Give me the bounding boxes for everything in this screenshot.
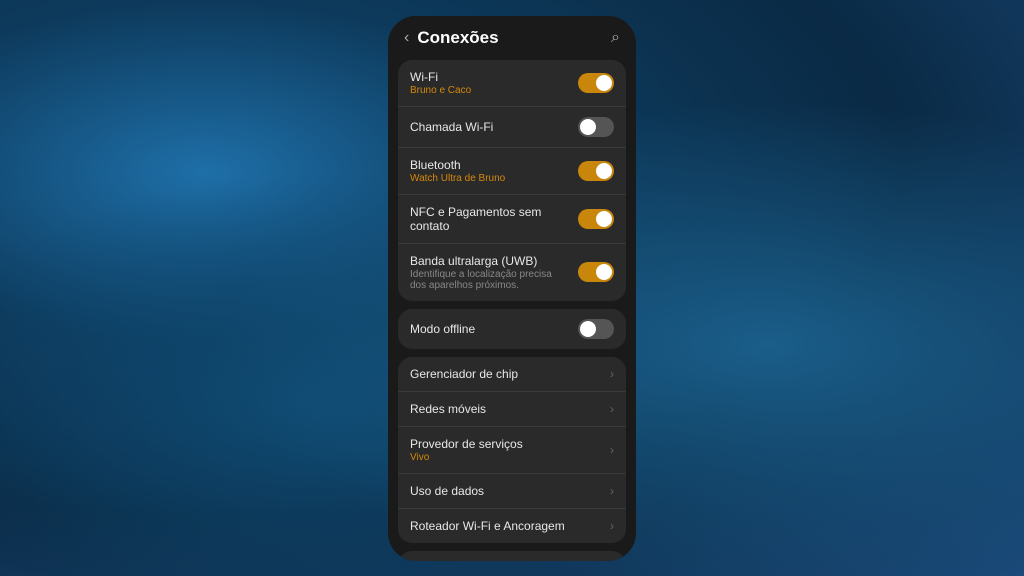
list-item[interactable]: Bluetooth Watch Ultra de Bruno: [398, 148, 626, 195]
bluetooth-toggle[interactable]: [578, 161, 614, 181]
wifi-sublabel: Bruno e Caco: [410, 85, 570, 96]
chevron-right-icon: ›: [610, 519, 614, 533]
phone-screen: ‹ Conexões ⌕ Wi-Fi Bruno e Caco Chamada …: [388, 16, 636, 561]
search-icon[interactable]: ⌕: [611, 29, 620, 47]
bluetooth-sublabel: Watch Ultra de Bruno: [410, 173, 570, 184]
uwb-label: Banda ultralarga (UWB): [410, 254, 570, 268]
list-item[interactable]: Gerenciador de chip ›: [398, 357, 626, 392]
wifi-label: Wi-Fi: [410, 70, 570, 84]
connectivity-card: Wi-Fi Bruno e Caco Chamada Wi-Fi: [398, 60, 626, 301]
list-item[interactable]: Redes móveis ›: [398, 392, 626, 427]
offline-mode-card: Modo offline: [398, 309, 626, 349]
chevron-right-icon: ›: [610, 367, 614, 381]
list-item[interactable]: Mais configurações de conexão ›: [398, 551, 626, 561]
wifi-toggle[interactable]: [578, 73, 614, 93]
list-item[interactable]: Wi-Fi Bruno e Caco: [398, 60, 626, 107]
list-item[interactable]: Provedor de serviços Vivo ›: [398, 427, 626, 474]
modo-offline-label: Modo offline: [410, 322, 570, 336]
list-item[interactable]: NFC e Pagamentos sem contato: [398, 195, 626, 244]
page-title: Conexões: [417, 28, 498, 48]
nfc-label: NFC e Pagamentos sem contato: [410, 205, 570, 233]
provedor-label: Provedor de serviços: [410, 437, 602, 451]
nfc-toggle[interactable]: [578, 209, 614, 229]
back-button[interactable]: ‹: [404, 29, 409, 47]
uso-dados-label: Uso de dados: [410, 484, 484, 498]
bluetooth-label: Bluetooth: [410, 158, 570, 172]
list-item[interactable]: Chamada Wi-Fi: [398, 107, 626, 148]
network-card: Gerenciador de chip › Redes móveis › Pro…: [398, 357, 626, 543]
chamada-wifi-toggle[interactable]: [578, 117, 614, 137]
list-item[interactable]: Uso de dados ›: [398, 474, 626, 509]
modo-offline-toggle[interactable]: [578, 319, 614, 339]
page-header: ‹ Conexões ⌕: [388, 16, 636, 56]
settings-scroll[interactable]: Wi-Fi Bruno e Caco Chamada Wi-Fi: [388, 56, 636, 561]
list-item[interactable]: Modo offline: [398, 309, 626, 349]
chamada-wifi-label: Chamada Wi-Fi: [410, 120, 570, 134]
redes-moveis-label: Redes móveis: [410, 402, 486, 416]
chevron-right-icon: ›: [610, 402, 614, 416]
roteador-label: Roteador Wi-Fi e Ancoragem: [410, 519, 565, 533]
gerenciador-chip-label: Gerenciador de chip: [410, 367, 518, 381]
uwb-sublabel: Identifique a localização precisa dos ap…: [410, 269, 570, 291]
uwb-toggle[interactable]: [578, 262, 614, 282]
more-settings-card: Mais configurações de conexão ›: [398, 551, 626, 561]
list-item[interactable]: Roteador Wi-Fi e Ancoragem ›: [398, 509, 626, 543]
chevron-right-icon: ›: [610, 443, 614, 457]
provedor-sublabel: Vivo: [410, 452, 602, 463]
list-item[interactable]: Banda ultralarga (UWB) Identifique a loc…: [398, 244, 626, 301]
chevron-right-icon: ›: [610, 484, 614, 498]
